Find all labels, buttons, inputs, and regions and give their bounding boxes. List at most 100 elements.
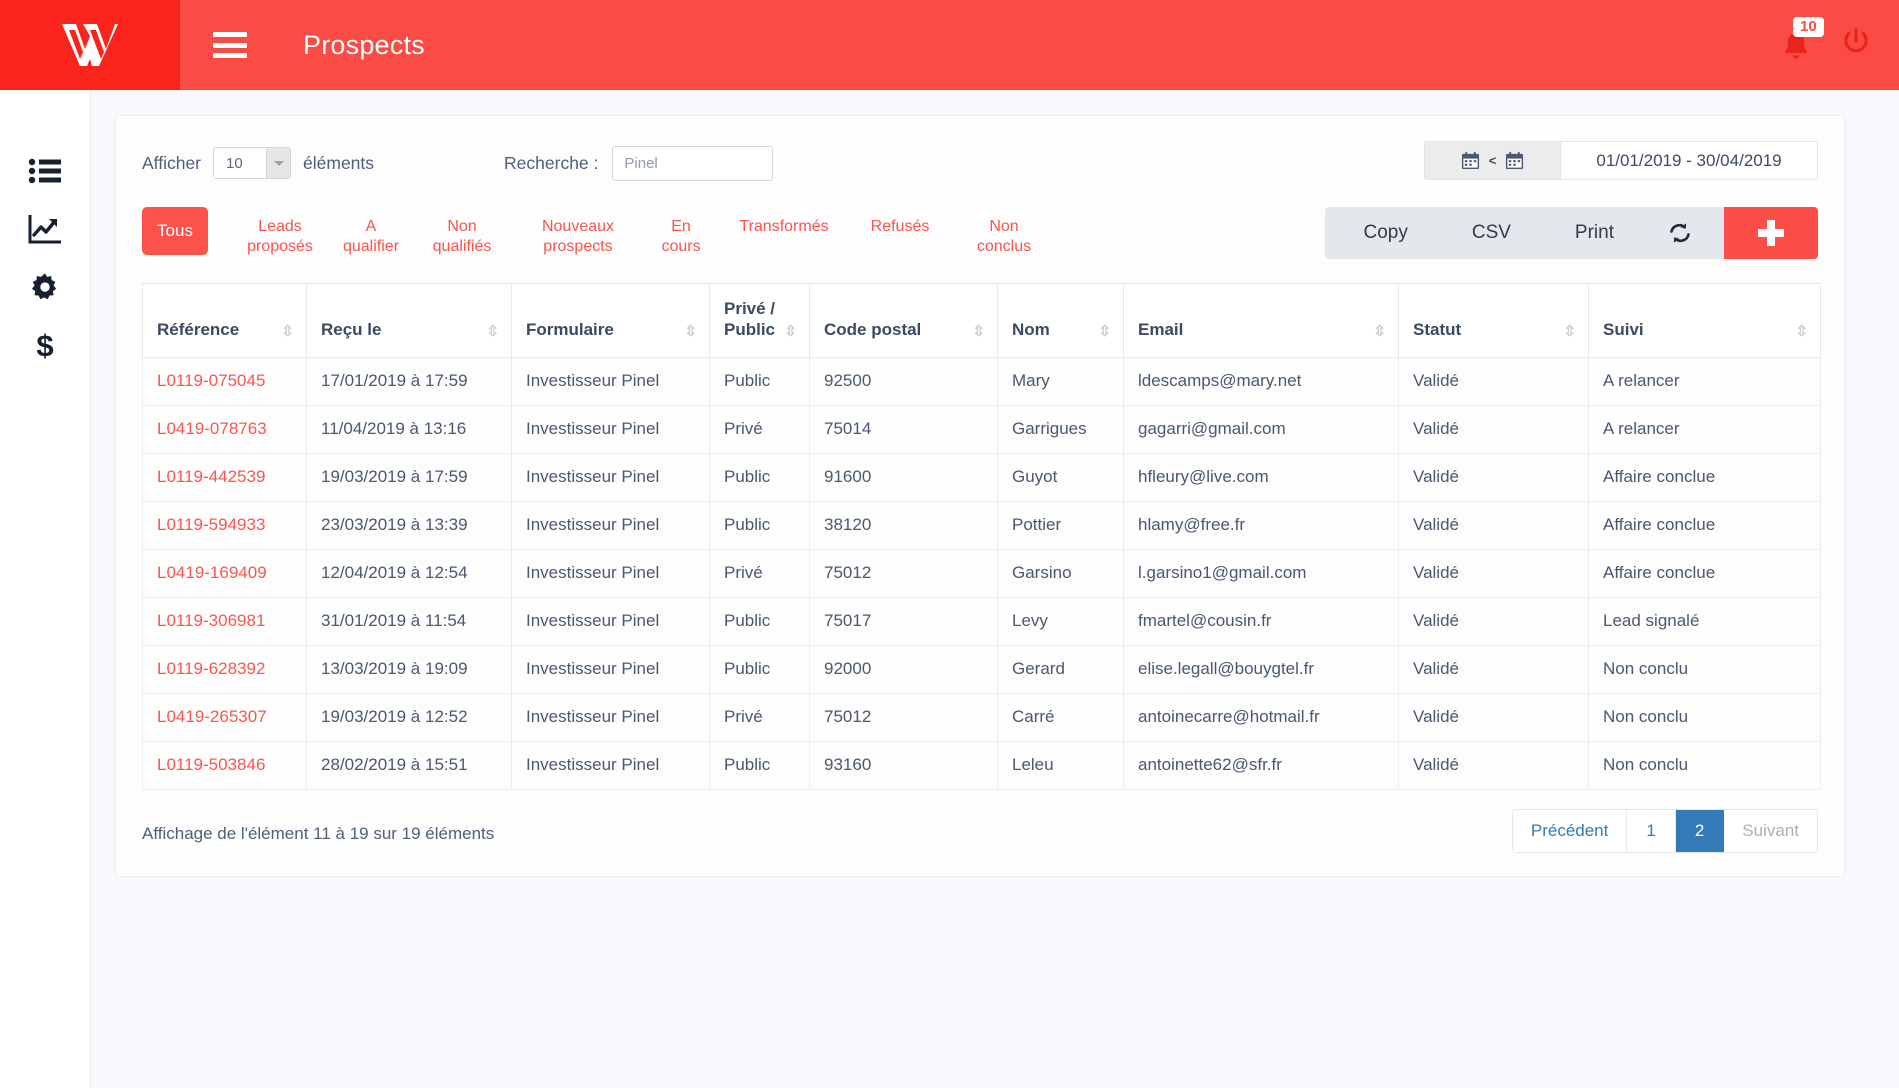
tab-non-conclus[interactable]: Non conclus: [952, 207, 1056, 268]
cell-followup: A relancer: [1588, 356, 1821, 406]
tab-a-qualifier[interactable]: A qualifier: [332, 207, 410, 268]
page-length-select[interactable]: 10: [213, 147, 292, 179]
date-range-picker[interactable]: < 01/01/2019 - 30/04/2019: [1424, 141, 1818, 180]
sidebar-item-billing[interactable]: $: [0, 316, 90, 374]
reference-link[interactable]: L0119-442539: [157, 467, 265, 486]
notifications-button[interactable]: 10: [1781, 17, 1824, 62]
pagination-page-1[interactable]: 1: [1627, 809, 1676, 852]
sidebar-item-statistics[interactable]: [0, 200, 90, 258]
column-header-followup[interactable]: Suivi ⇳: [1588, 283, 1821, 358]
tab-non-qualifies[interactable]: Non qualifiés: [410, 207, 514, 268]
date-range-icons[interactable]: <: [1425, 142, 1561, 179]
cell-form: Investisseur Pinel: [511, 644, 710, 694]
reference-link[interactable]: L0119-594933: [157, 515, 265, 534]
cell-visibility: Privé: [709, 404, 810, 454]
cell-received: 11/04/2019 à 13:16: [306, 404, 512, 454]
cell-visibility: Public: [709, 500, 810, 550]
cell-reference[interactable]: L0419-078763: [142, 404, 307, 454]
sidebar-item-list[interactable]: [0, 142, 90, 200]
hamburger-menu-icon[interactable]: [213, 32, 247, 58]
cell-reference[interactable]: L0119-442539: [142, 452, 307, 502]
logout-button[interactable]: [1841, 27, 1871, 64]
cell-status: Validé: [1398, 596, 1589, 646]
cell-reference[interactable]: L0119-503846: [142, 740, 307, 790]
column-header-email[interactable]: Email ⇳: [1123, 283, 1399, 358]
column-header-name[interactable]: Nom ⇳: [997, 283, 1124, 358]
tab-leads-proposes[interactable]: Leads proposés: [228, 207, 332, 268]
cell-reference[interactable]: L0419-265307: [142, 692, 307, 742]
cell-received: 19/03/2019 à 17:59: [306, 452, 512, 502]
reference-link[interactable]: L0119-075045: [157, 371, 265, 390]
cell-received: 31/01/2019 à 11:54: [306, 596, 512, 646]
cell-email: hlamy@free.fr: [1123, 500, 1399, 550]
cell-status: Validé: [1398, 644, 1589, 694]
cell-reference[interactable]: L0119-628392: [142, 644, 307, 694]
cell-followup: Affaire conclue: [1588, 548, 1821, 598]
column-header-form[interactable]: Formulaire ⇳: [511, 283, 710, 358]
table-row: L0419-265307 19/03/2019 à 12:52 Investisse…: [142, 692, 1821, 742]
cell-email: l.garsino1@gmail.com: [1123, 548, 1399, 598]
cell-reference[interactable]: L0419-169409: [142, 548, 307, 598]
tab-tous[interactable]: Tous: [142, 207, 208, 255]
table-row: L0119-594933 23/03/2019 à 13:39 Investisse…: [142, 500, 1821, 550]
tab-refuses[interactable]: Refusés: [848, 207, 952, 247]
cell-postal-code: 93160: [809, 740, 998, 790]
sort-arrows-icon: ⇳: [486, 322, 499, 340]
cell-reference[interactable]: L0119-306981: [142, 596, 307, 646]
reference-link[interactable]: L0419-265307: [157, 707, 267, 726]
cell-reference[interactable]: L0119-594933: [142, 500, 307, 550]
column-header-visibility[interactable]: Privé / Public ⇳: [709, 283, 810, 358]
cell-received: 13/03/2019 à 19:09: [306, 644, 512, 694]
cell-status: Validé: [1398, 404, 1589, 454]
cell-email: antoinecarre@hotmail.fr: [1123, 692, 1399, 742]
cell-visibility: Public: [709, 452, 810, 502]
tab-nouveaux-prospects[interactable]: Nouveaux prospects: [514, 207, 642, 268]
filter-tabs: Tous Leads proposés A qualifier Non qual…: [142, 207, 1818, 267]
header-actions: 10: [1781, 17, 1899, 64]
pagination-previous[interactable]: Précédent: [1512, 809, 1628, 852]
brand-logo[interactable]: [0, 0, 180, 90]
sidebar-item-settings[interactable]: [0, 258, 90, 316]
calendar-icon: [1461, 151, 1479, 170]
cell-status: Validé: [1398, 740, 1589, 790]
add-prospect-button[interactable]: [1724, 207, 1818, 259]
reference-link[interactable]: L0119-628392: [157, 659, 265, 678]
main-content: Afficher 10 éléments Recherche : Pinel <…: [91, 90, 1899, 1088]
cell-name: Garsino: [997, 548, 1124, 598]
column-header-received[interactable]: Reçu le ⇳: [306, 283, 512, 358]
table-row: L0119-075045 17/01/2019 à 17:59 Investisse…: [142, 356, 1821, 406]
column-header-status[interactable]: Statut ⇳: [1398, 283, 1589, 358]
cell-followup: Non conclu: [1588, 740, 1821, 790]
cell-visibility: Public: [709, 740, 810, 790]
tab-transformes[interactable]: Transformés: [720, 207, 848, 247]
tab-en-cours[interactable]: En cours: [642, 207, 720, 268]
export-toolbar: Copy CSV Print: [1325, 207, 1818, 259]
reference-link[interactable]: L0419-078763: [157, 419, 267, 438]
cell-email: gagarri@gmail.com: [1123, 404, 1399, 454]
cell-form: Investisseur Pinel: [511, 692, 710, 742]
reference-link[interactable]: L0119-503846: [157, 755, 265, 774]
csv-button[interactable]: CSV: [1440, 207, 1543, 259]
cell-reference[interactable]: L0119-075045: [142, 356, 307, 406]
reference-link[interactable]: L0419-169409: [157, 563, 267, 582]
cell-postal-code: 75017: [809, 596, 998, 646]
print-button[interactable]: Print: [1543, 207, 1646, 259]
cell-followup: Affaire conclue: [1588, 500, 1821, 550]
hamburger-bar: [213, 42, 247, 48]
column-header-reference[interactable]: Référence ⇳: [142, 283, 307, 358]
reference-link[interactable]: L0119-306981: [157, 611, 265, 630]
chevron-down-icon: [266, 148, 291, 178]
sort-arrows-icon: ⇳: [1373, 322, 1386, 340]
cell-received: 28/02/2019 à 15:51: [306, 740, 512, 790]
cell-followup: Affaire conclue: [1588, 452, 1821, 502]
pagination-next[interactable]: Suivant: [1724, 809, 1817, 852]
cell-form: Investisseur Pinel: [511, 452, 710, 502]
column-header-postal-code[interactable]: Code postal ⇳: [809, 283, 998, 358]
table-header-row: Référence ⇳ Reçu le ⇳ Formulaire ⇳ Privé / …: [142, 283, 1821, 358]
cell-form: Investisseur Pinel: [511, 356, 710, 406]
copy-button[interactable]: Copy: [1331, 207, 1439, 259]
search-input[interactable]: [612, 145, 774, 181]
pagination-page-2[interactable]: 2: [1675, 809, 1725, 852]
refresh-button[interactable]: [1646, 207, 1718, 259]
cell-name: Leleu: [997, 740, 1124, 790]
